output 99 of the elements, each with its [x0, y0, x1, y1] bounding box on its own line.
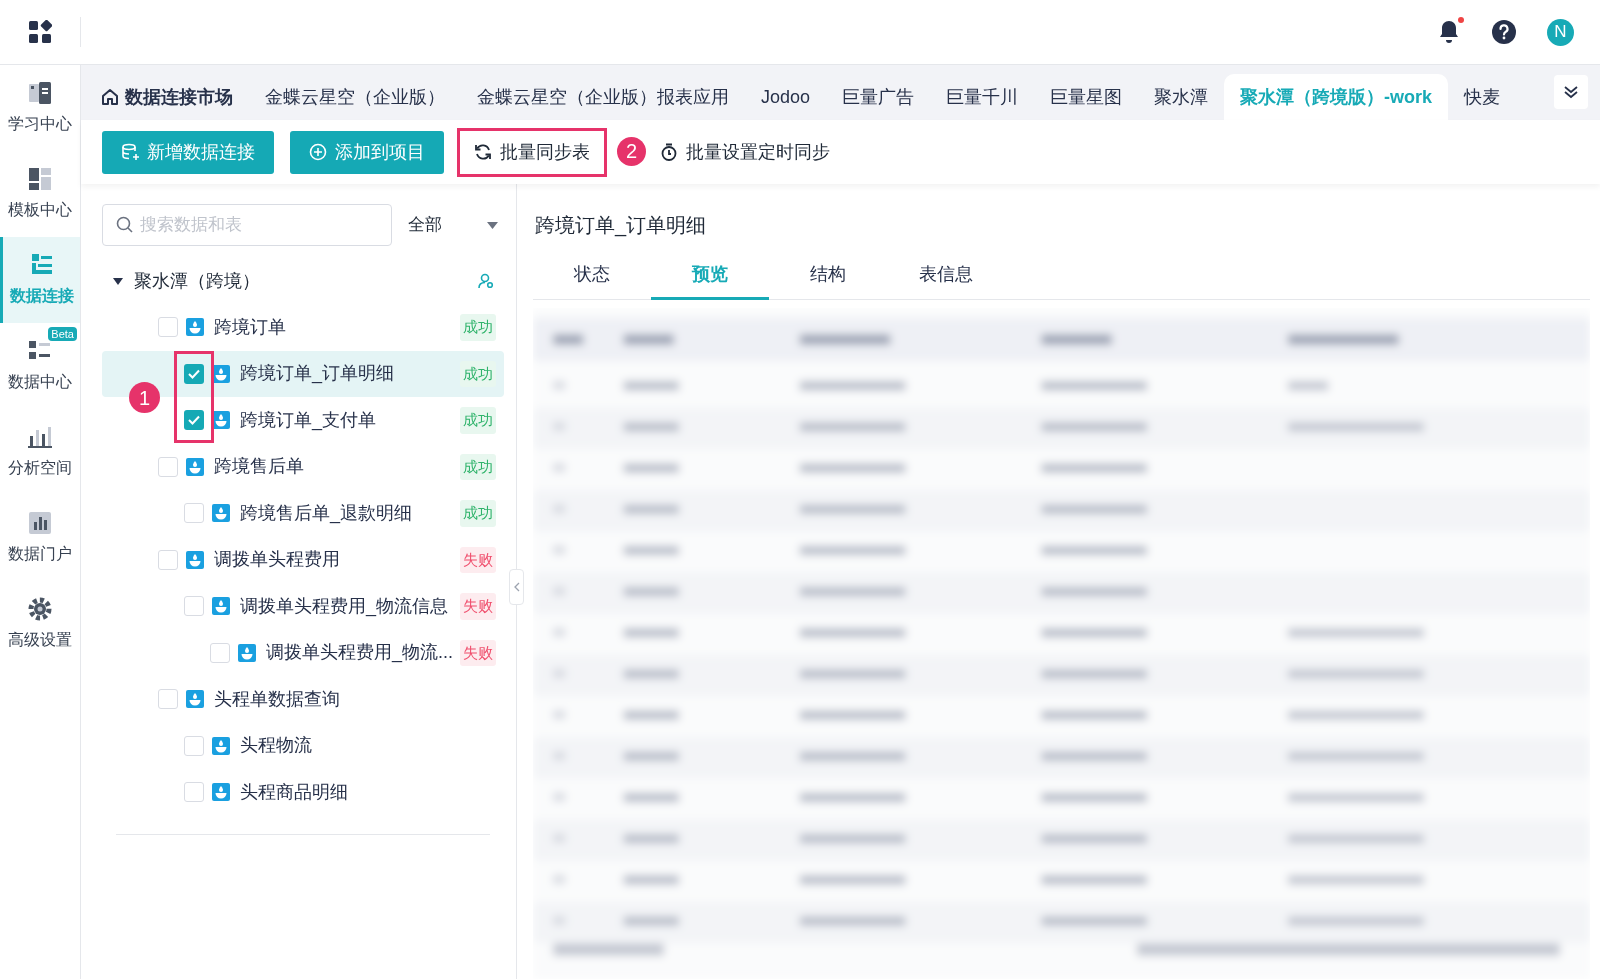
filter-dropdown[interactable]: 全部	[402, 204, 504, 246]
sidebar-item[interactable]: 学习中心	[0, 65, 80, 151]
table-title: 跨境订单_订单明细	[534, 213, 708, 239]
table-icon	[186, 457, 204, 476]
chevron-left-icon	[513, 582, 520, 592]
toolbar-link[interactable]: 批量设置定时同步	[646, 130, 844, 174]
table-icon	[186, 550, 204, 569]
status-tag: 失败	[460, 593, 496, 620]
home-icon	[101, 88, 119, 106]
tree-row[interactable]: 跨境售后单_退款明细 成功	[184, 490, 496, 537]
collapse-panel-handle[interactable]	[509, 569, 524, 605]
user-settings-icon[interactable]	[478, 273, 494, 289]
checkbox[interactable]	[184, 596, 204, 617]
tree-row[interactable]: 调拨单头程费用_物流... 失败	[210, 629, 496, 676]
table-name: 调拨单头程费用_物流...	[266, 641, 454, 665]
book-icon	[27, 80, 53, 106]
status-tag: 成功	[460, 407, 496, 434]
table-name: 头程单数据查询	[214, 687, 341, 711]
apps-icon[interactable]	[28, 20, 52, 44]
tab[interactable]: 数据连接市场	[101, 74, 249, 120]
status-tag: 失败	[460, 546, 496, 573]
checkmark-icon	[188, 368, 200, 379]
checkbox[interactable]	[184, 503, 204, 524]
double-chevron-down-icon	[1563, 85, 1579, 99]
checkbox[interactable]	[158, 456, 178, 477]
tree-root-label[interactable]: 聚水潭（跨境）	[134, 267, 468, 295]
checkmark-icon	[188, 415, 200, 426]
sidebar-item[interactable]: 数据门户	[0, 495, 80, 581]
table-name: 跨境订单_支付单	[240, 408, 377, 433]
tab[interactable]: 巨量星图	[1034, 74, 1139, 120]
sidebar-item[interactable]: Beta 数据中心	[0, 323, 80, 409]
tab[interactable]: 聚水潭	[1138, 74, 1225, 120]
detail-tab[interactable]: 表信息	[887, 252, 1005, 300]
checkbox[interactable]	[184, 363, 204, 384]
refresh-icon	[474, 143, 492, 161]
settings-icon	[27, 596, 53, 622]
table-name: 跨境订单	[214, 315, 287, 339]
tree-row[interactable]: 跨境售后单 成功	[158, 443, 496, 490]
notification-bell-icon[interactable]	[1437, 19, 1461, 45]
beta-badge: Beta	[48, 327, 77, 341]
step-badge: 2	[617, 136, 646, 166]
tab[interactable]: 金蝶云星空（企业版）报表应用	[461, 74, 745, 120]
layout-icon	[27, 166, 53, 192]
detail-tab[interactable]: 状态	[533, 252, 651, 300]
tree-row[interactable]: 头程物流	[184, 722, 496, 769]
checkbox[interactable]	[158, 549, 178, 570]
search-field[interactable]: 搜索数据和表	[102, 204, 392, 246]
bar-chart-icon	[27, 424, 53, 450]
table-icon	[212, 597, 230, 616]
table-name: 调拨单头程费用_物流信息	[240, 594, 449, 619]
table-icon	[212, 783, 230, 802]
sidebar-item[interactable]: 分析空间	[0, 409, 80, 495]
detail-tab[interactable]: 结构	[769, 252, 887, 300]
table-icon	[238, 643, 256, 662]
help-icon[interactable]	[1491, 19, 1517, 45]
table-icon	[212, 736, 230, 755]
tab[interactable]: 巨量千川	[930, 74, 1035, 120]
checkbox[interactable]	[184, 410, 204, 431]
tree-row[interactable]: 跨境订单 成功	[158, 304, 496, 351]
table-name: 跨境售后单	[214, 455, 305, 479]
status-tag: 成功	[460, 500, 496, 527]
tab[interactable]: 巨量广告	[826, 74, 931, 120]
caret-icon[interactable]	[112, 275, 124, 287]
sidebar-item[interactable]: 高级设置	[0, 581, 80, 667]
table-name: 头程商品明细	[240, 780, 349, 804]
status-tag: 成功	[460, 453, 496, 480]
status-tag: 失败	[460, 639, 496, 666]
plus-circle-icon	[309, 143, 327, 161]
tree-row[interactable]: 跨境订单_支付单 成功	[184, 397, 496, 444]
timer-icon	[660, 143, 678, 161]
search-icon	[116, 216, 133, 233]
table-icon	[186, 690, 204, 709]
table-name: 跨境订单_订单明细	[240, 362, 395, 386]
step-badge: 1	[129, 382, 160, 413]
chart-board-icon	[27, 510, 53, 536]
caret-down-icon	[487, 221, 498, 229]
sidebar-item[interactable]: 模板中心	[0, 151, 80, 237]
tree-row[interactable]: 头程单数据查询	[158, 676, 496, 723]
table-icon	[212, 504, 230, 523]
tab[interactable]: 金蝶云星空（企业版）	[249, 74, 461, 120]
status-tag: 成功	[460, 360, 496, 387]
checkbox[interactable]	[210, 642, 230, 663]
tree-row[interactable]: 头程商品明细	[184, 769, 496, 816]
table-icon	[186, 318, 204, 337]
database-icon	[121, 143, 139, 161]
table-name: 调拨单头程费用	[214, 548, 341, 572]
status-tag: 成功	[460, 314, 496, 341]
tab[interactable]: 快麦	[1448, 74, 1517, 120]
tree-row[interactable]: 调拨单头程费用_物流信息 失败	[184, 583, 496, 630]
table-name: 头程物流	[240, 734, 313, 758]
more-tabs-button[interactable]	[1554, 75, 1588, 109]
tab[interactable]: Jodoo	[745, 74, 827, 120]
tree-row[interactable]: 跨境订单_订单明细 成功	[184, 350, 496, 397]
checkbox[interactable]	[158, 689, 178, 710]
checkbox[interactable]	[184, 782, 204, 803]
checkbox[interactable]	[184, 735, 204, 756]
table-name: 跨境售后单_退款明细	[240, 501, 413, 526]
checkbox[interactable]	[158, 317, 178, 338]
tree-row[interactable]: 调拨单头程费用 失败	[158, 536, 496, 583]
